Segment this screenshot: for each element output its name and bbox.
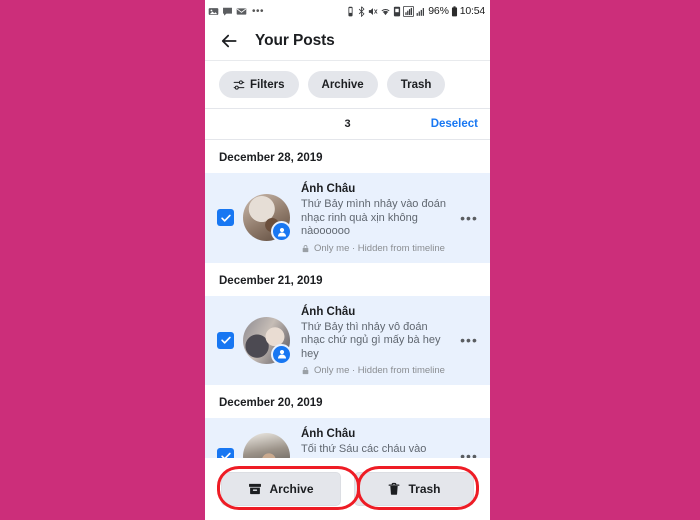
selection-bar: 3 Deselect — [205, 109, 490, 140]
post-text: Ánh Châu Thứ Bảy thì nhảy vô đoán nhạc c… — [299, 305, 449, 377]
post-checkbox[interactable] — [217, 209, 234, 227]
post-body: Thứ Bảy mình nhảy vào đoán nhạc rinh quà… — [301, 198, 446, 237]
image-icon — [208, 7, 219, 15]
post-privacy: Only me · Hidden from timeline — [314, 365, 445, 376]
status-bar-right-icons: 96% 10:54 — [346, 5, 485, 17]
person-badge-icon — [271, 343, 292, 365]
post-row[interactable]: Ánh Châu Thứ Bảy mình nhảy vào đoán nhạc… — [205, 173, 490, 263]
trash-button-label: Trash — [408, 482, 441, 496]
page-title: Your Posts — [255, 32, 335, 49]
clock-time: 10:54 — [459, 5, 485, 17]
filter-chip-bar: Filters Archive Trash — [205, 61, 490, 109]
check-icon — [220, 214, 231, 222]
avatar[interactable] — [243, 316, 292, 365]
overflow-dots-icon: ••• — [252, 5, 265, 17]
archive-button-label: Archive — [269, 482, 314, 496]
post-menu-button[interactable]: ••• — [458, 333, 480, 347]
filters-icon — [233, 79, 245, 90]
check-icon — [220, 336, 231, 344]
bluetooth-icon — [359, 5, 365, 17]
post-meta: Only me · Hidden from timeline — [301, 243, 449, 254]
battery-percent: 96% — [428, 5, 449, 17]
post-meta: Only me · Hidden from timeline — [301, 365, 449, 376]
message-icon — [223, 7, 232, 16]
phone-screen: ••• 96% 10:54 Your Posts Filters Archive… — [205, 0, 490, 520]
battery-icon — [451, 5, 457, 16]
trash-button[interactable]: Trash — [354, 472, 474, 506]
avatar[interactable] — [243, 194, 292, 243]
sim-icon — [394, 6, 401, 16]
post-privacy: Only me · Hidden from timeline — [314, 242, 445, 254]
chip-archive-label: Archive — [321, 78, 364, 91]
chip-trash[interactable]: Trash — [386, 71, 446, 98]
post-author: Ánh Châu — [301, 183, 356, 195]
date-header: December 20, 2019 — [205, 385, 490, 418]
wifi-icon — [381, 8, 390, 15]
lock-icon — [302, 367, 309, 375]
post-row[interactable]: Ánh Châu Thứ Bảy thì nhảy vô đoán nhạc c… — [205, 295, 490, 385]
post-checkbox[interactable] — [217, 331, 234, 349]
chip-filters-label: Filters — [250, 78, 285, 91]
signal-bars-icon — [403, 5, 415, 17]
trash-can-icon — [389, 482, 400, 495]
post-body: Thứ Bảy thì nhảy vô đoán nhạc chứ ngủ gì… — [301, 320, 441, 360]
archive-box-icon — [249, 483, 262, 495]
post-author: Ánh Châu — [301, 305, 356, 318]
deselect-button[interactable]: Deselect — [431, 118, 478, 130]
chip-filters[interactable]: Filters — [219, 71, 299, 98]
lock-icon — [302, 244, 309, 252]
post-text: Ánh Châu Thứ Bảy mình nhảy vào đoán nhạc… — [299, 182, 449, 254]
archive-button[interactable]: Archive — [221, 472, 341, 506]
envelope-icon — [236, 7, 247, 15]
date-header: December 28, 2019 — [205, 140, 490, 173]
post-menu-button[interactable]: ••• — [458, 211, 480, 225]
mute-icon — [369, 7, 378, 15]
person-badge-icon — [271, 221, 292, 243]
chip-trash-label: Trash — [400, 78, 432, 91]
app-bar: Your Posts — [205, 22, 490, 61]
status-bar-left-icons: ••• — [208, 6, 264, 17]
chip-archive[interactable]: Archive — [307, 71, 378, 98]
back-arrow-icon[interactable] — [219, 31, 239, 51]
bottom-action-bar: Archive Trash — [205, 458, 490, 520]
post-author: Ánh Châu — [301, 428, 356, 440]
signal-bars-2-icon — [416, 7, 425, 16]
date-header: December 21, 2019 — [205, 262, 490, 296]
status-bar: ••• 96% 10:54 — [205, 0, 490, 22]
alarm-icon — [348, 6, 353, 16]
